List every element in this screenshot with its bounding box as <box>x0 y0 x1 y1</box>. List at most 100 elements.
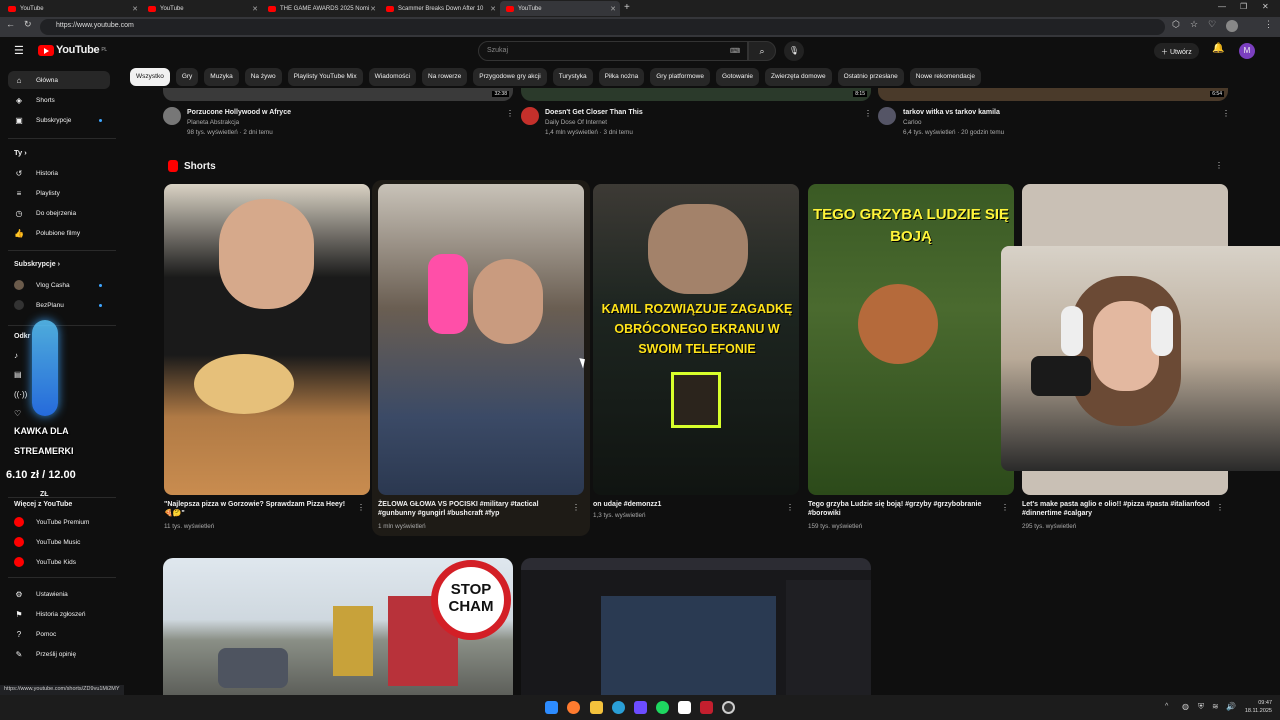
close-icon[interactable]: ✕ <box>370 5 376 13</box>
video-thumbnail[interactable]: STOP CHAM <box>163 558 513 695</box>
close-icon[interactable]: ✕ <box>490 5 496 13</box>
windows-start-icon[interactable] <box>545 701 558 714</box>
voice-search-button[interactable]: 🎙 <box>784 41 804 61</box>
sidebar-item-liked[interactable]: 👍 Polubione filmy <box>8 224 110 242</box>
sidebar-you-header[interactable]: Ty › <box>14 148 27 157</box>
close-icon[interactable]: ✕ <box>132 5 138 13</box>
chevron-up-icon[interactable]: ^ <box>1165 703 1168 710</box>
sidebar-item-report-history[interactable]: ⚑ Historia zgłoszeń <box>8 605 110 623</box>
trending-icon[interactable]: ♪ <box>14 351 18 360</box>
edge-icon[interactable] <box>612 701 625 714</box>
short-title[interactable]: ŻELOWA GŁOWA VS POCISKI #military #tacti… <box>378 500 568 518</box>
sidebar-item-settings[interactable]: ⚙ Ustawienia <box>8 585 110 603</box>
more-options-icon[interactable]: ⋮ <box>572 503 580 512</box>
sidebar-item-watch-later[interactable]: ◷ Do obejrzenia <box>8 204 110 222</box>
chip[interactable]: Wiadomości <box>368 68 417 86</box>
more-options-icon[interactable]: ⋮ <box>864 109 872 118</box>
chip[interactable]: Turystyka <box>552 68 593 86</box>
obs-icon[interactable] <box>722 701 735 714</box>
back-icon[interactable]: ← <box>6 19 15 29</box>
wifi-icon[interactable]: ≋ <box>1212 702 1219 711</box>
extensions-icon[interactable]: ⬡ <box>1172 19 1180 30</box>
more-options-icon[interactable]: ⋮ <box>1001 503 1009 512</box>
keyboard-icon[interactable]: ⌨ <box>730 47 740 55</box>
firefox-icon[interactable] <box>567 701 580 714</box>
chip[interactable]: Na rowerze <box>422 68 468 86</box>
video-thumbnail[interactable]: 8:15 <box>521 88 871 101</box>
maximize-icon[interactable]: ❐ <box>1240 2 1247 11</box>
chip-wszystko[interactable]: Wszystko <box>130 68 170 86</box>
clock[interactable]: 09:47 18.11.2025 <box>1238 699 1272 715</box>
short-title[interactable]: Tego grzyba Ludzie się boją! #grzyby #gr… <box>808 500 998 518</box>
short-thumbnail[interactable] <box>164 184 370 495</box>
chip[interactable]: Gry <box>175 68 199 86</box>
sidebar-subscriptions-header[interactable]: Subskrypcje › <box>14 261 60 268</box>
channel-avatar[interactable] <box>878 107 896 125</box>
account-avatar[interactable]: M <box>1239 43 1255 59</box>
more-options-icon[interactable]: ⋮ <box>786 503 794 512</box>
browser-tab-active[interactable]: YouTube ✕ <box>500 1 620 16</box>
video-card[interactable]: tarkov witka vs tarkov kamila Carloo 6,4… <box>903 109 1004 136</box>
video-thumbnail[interactable]: 32:38 <box>163 88 513 101</box>
new-tab-button[interactable]: + <box>624 2 630 13</box>
short-title[interactable]: Let's make pasta aglio e olio!! #pizza #… <box>1022 500 1212 518</box>
app-icon[interactable] <box>700 701 713 714</box>
notifications-bell-icon[interactable]: 🔔 <box>1212 43 1224 54</box>
live-icon[interactable]: ((·)) <box>14 390 27 399</box>
heart-icon[interactable]: ♡ <box>1208 19 1216 30</box>
sidebar-item-help[interactable]: ? Pomoc <box>8 625 110 643</box>
network-icon[interactable]: ◍ <box>1182 702 1189 711</box>
sidebar-item-feedback[interactable]: ✎ Prześlij opinię <box>8 645 110 663</box>
short-thumbnail[interactable]: TEGO GRZYBA LUDZIE SIĘ BOJĄ <box>808 184 1014 495</box>
gaming-icon[interactable]: ♡ <box>14 409 21 418</box>
browser-tab[interactable]: YouTube ✕ <box>142 1 262 16</box>
chip[interactable]: Zwierzęta domowe <box>765 68 832 86</box>
chip[interactable]: Gry platformowe <box>650 68 710 86</box>
sidebar-item-music[interactable]: YouTube Music <box>8 533 110 551</box>
chip[interactable]: Przygodowe gry akcji <box>473 68 547 86</box>
sidebar-item-history[interactable]: ↺ Historia <box>8 164 110 182</box>
sidebar-item-kids[interactable]: YouTube Kids <box>8 553 110 571</box>
hamburger-menu-icon[interactable]: ☰ <box>14 44 24 57</box>
shield-icon[interactable]: ⛨ <box>1198 702 1204 712</box>
browser-tab[interactable]: THE GAME AWARDS 2025 Nomi ✕ <box>262 1 380 16</box>
browser-tab[interactable]: Scammer Breaks Down After 10 ✕ <box>380 1 500 16</box>
chip[interactable]: Playlisty YouTube Mix <box>287 68 363 86</box>
movies-icon[interactable]: ▤ <box>14 370 22 379</box>
video-card[interactable]: Doesn't Get Closer Than This Daily Dose … <box>545 109 643 136</box>
chip[interactable]: Piłka nożna <box>598 68 645 86</box>
star-icon[interactable]: ☆ <box>1190 19 1198 30</box>
more-options-icon[interactable]: ⋮ <box>357 503 365 512</box>
minimize-icon[interactable]: — <box>1218 2 1226 11</box>
create-button[interactable]: ＋ Utwórz <box>1154 43 1199 59</box>
sidebar-item-playlists[interactable]: ≡ Playlisty <box>8 184 110 202</box>
video-thumbnail[interactable] <box>521 558 871 695</box>
sidebar-item-premium[interactable]: YouTube Premium <box>8 513 110 531</box>
folder-icon[interactable] <box>590 701 603 714</box>
search-button[interactable]: ⌕ <box>748 41 776 61</box>
discord-icon[interactable] <box>634 701 647 714</box>
browser-tab[interactable]: YouTube ✕ <box>2 1 142 16</box>
profile-avatar[interactable] <box>1226 20 1238 32</box>
short-title[interactable]: on udaje #demonzz1 <box>593 500 783 509</box>
chip[interactable]: Na żywo <box>244 68 282 86</box>
chip[interactable]: Gotowanie <box>715 68 760 86</box>
video-card[interactable]: Porzucone Hollywood w Afryce Planeta Abs… <box>187 109 291 136</box>
sidebar-item-home[interactable]: ⌂ Główna <box>8 71 110 89</box>
browser-menu-icon[interactable]: ⋮ <box>1264 19 1273 30</box>
sidebar-sub-bezplanu[interactable]: BezPlanu <box>8 296 110 314</box>
spotify-icon[interactable] <box>656 701 669 714</box>
close-icon[interactable]: ✕ <box>610 5 616 13</box>
search-input[interactable]: Szukaj <box>478 41 748 61</box>
more-options-icon[interactable]: ⋮ <box>1215 161 1223 170</box>
close-icon[interactable]: ✕ <box>252 5 258 13</box>
sidebar-sub-vlog-casha[interactable]: Vlog Casha <box>8 276 110 294</box>
video-thumbnail[interactable]: 6:54 <box>878 88 1228 101</box>
chip[interactable]: Muzyka <box>204 68 239 86</box>
youtube-logo[interactable]: YouTube PL <box>38 44 107 56</box>
more-options-icon[interactable]: ⋮ <box>506 109 514 118</box>
notepad-icon[interactable] <box>678 701 691 714</box>
close-window-icon[interactable]: ✕ <box>1262 2 1269 11</box>
more-options-icon[interactable]: ⋮ <box>1216 503 1224 512</box>
channel-avatar[interactable] <box>163 107 181 125</box>
